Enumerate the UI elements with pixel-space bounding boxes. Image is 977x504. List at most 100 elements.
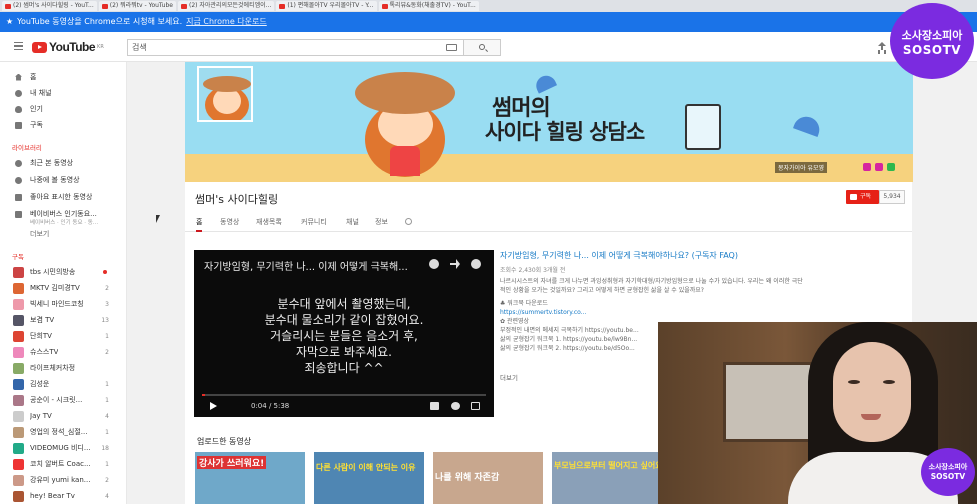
tab-about[interactable]: 정보 xyxy=(375,217,388,227)
subscription-item[interactable]: tbs 시민의방송 xyxy=(0,265,127,279)
subscription-item[interactable]: 단희TV 1 xyxy=(0,329,127,343)
clock-icon xyxy=(15,176,22,184)
browser-tab[interactable]: (2) 썸머's 사이다힐링 - YouT... xyxy=(2,1,97,11)
sidebar-item-trending[interactable]: 인기 xyxy=(0,102,127,116)
subscriptions-icon xyxy=(15,121,22,129)
library-header: 라이브러리 xyxy=(12,144,42,152)
channel-avatar xyxy=(13,346,24,358)
video-thumbnail[interactable]: 부모님으로부터 떨어지고 싶어요 xyxy=(552,452,658,504)
show-more-link[interactable]: 더보기 xyxy=(30,229,49,239)
sidebar-item-watch-later[interactable]: 나중에 볼 동영상 xyxy=(0,173,127,187)
video-thumbnail[interactable]: 다른 사람이 이해 안되는 이유 xyxy=(314,452,424,504)
sidebar-item-my-channel[interactable]: 내 채널 xyxy=(0,86,127,100)
home-icon xyxy=(15,73,22,81)
subscription-item[interactable]: 라이프체커차정 xyxy=(0,361,127,375)
channel-avatar xyxy=(13,282,24,294)
instagram-icon[interactable] xyxy=(863,163,871,171)
video-title-overlay[interactable]: 자기방임형, 무기력한 나... 이제 어떻게 극복해... xyxy=(204,258,419,273)
subscribe-button[interactable]: 구독 xyxy=(846,190,879,204)
channel-avatar xyxy=(13,362,24,374)
drink-icon xyxy=(685,104,721,150)
tab-videos[interactable]: 동영상 xyxy=(220,217,239,227)
play-icon[interactable] xyxy=(210,402,217,410)
subscription-item[interactable]: 보겸 TV 13 xyxy=(0,313,127,327)
info-icon[interactable] xyxy=(471,259,481,269)
subtitles-icon[interactable] xyxy=(430,402,439,410)
fullscreen-icon[interactable] xyxy=(471,402,480,410)
youtube-logo[interactable]: YouTube KR xyxy=(32,40,104,54)
sidebar-item-home[interactable]: 홈 xyxy=(0,70,127,84)
sidebar-item-history[interactable]: 최근 본 동영상 xyxy=(0,156,127,170)
featured-video-player[interactable]: 자기방임형, 무기력한 나... 이제 어떻게 극복해... 분수대 앞에서 촬… xyxy=(194,250,494,417)
youtube-favicon-icon xyxy=(5,3,11,9)
subscription-item[interactable]: VIDEOMUG 비디... 18 xyxy=(0,441,127,455)
youtube-favicon-icon xyxy=(279,3,286,9)
settings-gear-icon[interactable] xyxy=(451,402,460,410)
channel-avatar xyxy=(13,426,24,438)
sidebar: 홈 내 채널 인기 구독 라이브러리 최근 본 동영상 나중에 볼 동영상 좋아… xyxy=(0,62,127,504)
umbrella-icon xyxy=(793,113,823,137)
playlist-icon xyxy=(15,210,22,218)
subscription-item[interactable]: Jay TV 4 xyxy=(0,409,127,423)
subscription-item[interactable]: 영업의 정석_심절... 1 xyxy=(0,425,127,439)
star-icon: ★ xyxy=(6,17,14,26)
browser-tab[interactable]: (2) 자아관리의모든것에티엠이... xyxy=(177,1,275,11)
browser-tab[interactable]: 톡리뷰&동화(채출경TV) - YouT... xyxy=(378,1,479,11)
youtube-favicon-icon xyxy=(101,3,108,9)
chrome-infobar: ★ YouTube 동영상을 Chrome으로 시청해 보세요. 지금 Chro… xyxy=(0,12,977,32)
social-icon[interactable] xyxy=(887,163,895,171)
video-progress-fill xyxy=(202,394,206,396)
subscription-item[interactable]: hey! Bear Tv 4 xyxy=(0,489,127,503)
sidebar-item-subscriptions[interactable]: 구독 xyxy=(0,118,127,132)
channel-name: 썸머's 사이다힐링 xyxy=(195,193,279,206)
background-window xyxy=(723,362,813,442)
clock-icon[interactable] xyxy=(429,259,439,269)
keyboard-icon[interactable] xyxy=(446,44,457,51)
presenter-face xyxy=(833,342,911,442)
search-button[interactable] xyxy=(464,39,501,56)
playlist-subtitle: 베이비버스 · 인기 동요 · 동... xyxy=(30,220,99,226)
browser-tab[interactable]: (1) 편해몰아TV 우리몰아TV - Y... xyxy=(276,1,377,11)
channel-search-icon[interactable] xyxy=(405,218,412,225)
video-thumbnail[interactable]: 나를 위해 자존감 xyxy=(433,452,543,504)
channel-avatar[interactable] xyxy=(197,66,253,122)
umbrella-icon xyxy=(532,72,558,94)
mouse-cursor-icon xyxy=(156,215,160,223)
video-thumbnail[interactable]: 강사가 쓰러워요! xyxy=(195,452,305,504)
video-title-link[interactable]: 자기방임형, 무기력한 나... 이제 어떻게 극복해야하나요? (구독자 FA… xyxy=(500,250,910,261)
tab-channels[interactable]: 채널 xyxy=(346,217,359,227)
channel-avatar xyxy=(13,442,24,454)
read-more-link[interactable]: 더보기 xyxy=(500,372,518,382)
subscription-item[interactable]: 강유미 yumi kan... 2 xyxy=(0,473,127,487)
subscription-item[interactable]: 김성운 1 xyxy=(0,377,127,391)
subscription-item[interactable]: 공순이 - 시크릿... 1 xyxy=(0,393,127,407)
sidebar-item-liked[interactable]: 좋아요 표시한 동영상 xyxy=(0,190,127,204)
upload-icon[interactable] xyxy=(878,42,886,51)
browser-tab[interactable]: (2) 뭐라뭐tv - YouTube xyxy=(98,1,176,11)
chrome-download-link[interactable]: 지금 Chrome 다운로드 xyxy=(186,12,267,32)
subscription-item[interactable]: 슈스스TV 2 xyxy=(0,345,127,359)
channel-avatar xyxy=(13,410,24,422)
subscription-item[interactable]: MKTV 김미경TV 2 xyxy=(0,281,127,295)
tab-home[interactable]: 홈 xyxy=(196,217,203,232)
banner-title-2: 사이다 힐링 상담소 xyxy=(485,120,645,144)
channel-avatar xyxy=(13,490,24,502)
video-progress-bar[interactable] xyxy=(202,394,486,396)
share-icon[interactable] xyxy=(450,259,460,269)
subscription-item[interactable]: 코치 알버트 Coac... 1 xyxy=(0,457,127,471)
workbook-link[interactable]: https://summertv.tistory.co... xyxy=(500,308,910,317)
tab-community[interactable]: 커뮤니티 xyxy=(301,217,327,227)
subscription-item[interactable]: 빅세니 마인드코칭 3 xyxy=(0,297,127,311)
tab-playlists[interactable]: 재생목록 xyxy=(256,217,282,227)
person-icon xyxy=(15,89,22,97)
uploads-header: 업로드한 동영상 xyxy=(197,437,252,446)
browser-tab-strip: (2) 썸머's 사이다힐링 - YouT... (2) 뭐라뭐tv - You… xyxy=(0,0,977,12)
link-icon[interactable] xyxy=(875,163,883,171)
subscriptions-header: 구독 xyxy=(12,253,24,261)
hamburger-menu-icon[interactable] xyxy=(14,42,23,50)
channel-avatar xyxy=(13,394,24,406)
search-input[interactable]: 검색 xyxy=(127,39,464,56)
channel-watermark: 소사장소피아 SOSOTV xyxy=(890,3,974,79)
video-meta: 조회수 2,430회 3개월 전 xyxy=(500,267,566,274)
channel-banner: 썸머의 사이다 힐링 상담소 몽자가이아 유모영 xyxy=(185,62,913,182)
